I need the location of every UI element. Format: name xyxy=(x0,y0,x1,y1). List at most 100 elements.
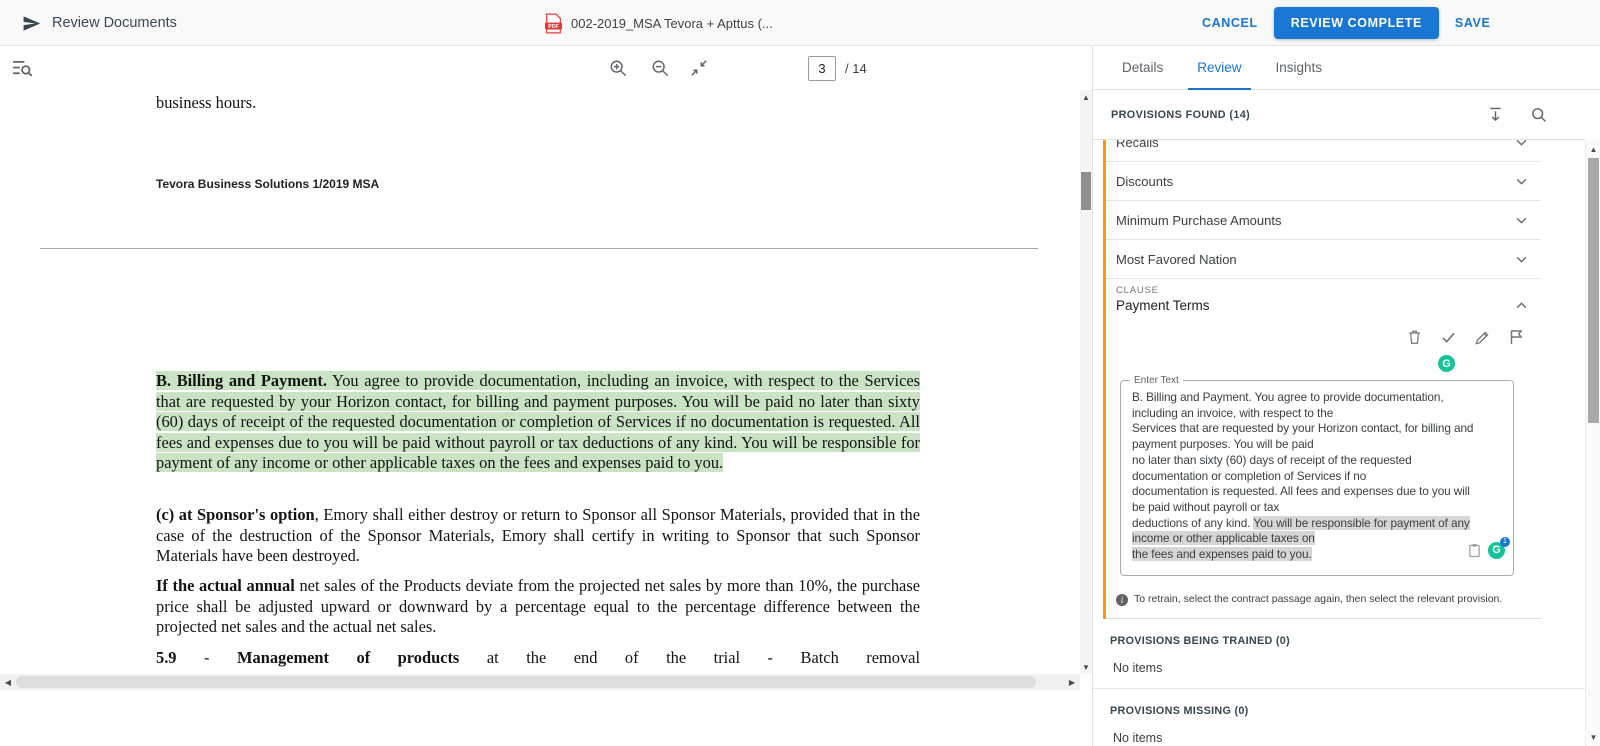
tab-review[interactable]: Review xyxy=(1180,46,1258,90)
missing-empty-state: No items xyxy=(1093,725,1585,746)
tab-insights[interactable]: Insights xyxy=(1259,46,1340,90)
zoom-page-controls: / 14 xyxy=(605,46,867,90)
pencil-icon xyxy=(1475,330,1490,345)
provision-row-most-favored-nation[interactable]: Most Favored Nation xyxy=(1106,240,1541,279)
section-59-heading: 5.9 - Management of products at the end … xyxy=(156,648,920,669)
find-icon xyxy=(12,60,33,77)
vertical-scroll-thumb[interactable] xyxy=(1081,172,1091,210)
zoom-in-button[interactable] xyxy=(605,55,631,81)
info-icon: i xyxy=(1116,594,1128,606)
approve-provision-button[interactable] xyxy=(1437,327,1460,348)
document-vertical-scrollbar[interactable]: ▲ ▼ xyxy=(1080,90,1092,674)
topbar-actions: CANCEL REVIEW COMPLETE SAVE xyxy=(1192,0,1500,46)
edit-provision-button[interactable] xyxy=(1471,326,1494,349)
horizontal-scroll-thumb[interactable] xyxy=(16,676,1036,688)
page-break-divider xyxy=(40,248,1038,249)
app-brand: Review Documents xyxy=(22,0,177,46)
trash-icon xyxy=(1407,329,1422,345)
being-trained-empty-state: No items xyxy=(1093,655,1585,689)
document-title-group: PDF 002-2019_MSA Tevora + Apttus (... xyxy=(545,0,773,46)
provision-label: Minimum Purchase Amounts xyxy=(1116,213,1281,228)
clause-text-field[interactable]: Enter Text B. Billing and Payment. You a… xyxy=(1120,380,1514,576)
provisions-missing-header: PROVISIONS MISSING (0) xyxy=(1093,689,1585,725)
svg-text:PDF: PDF xyxy=(548,24,559,30)
chevron-down-icon[interactable] xyxy=(1516,178,1527,185)
fit-to-page-button[interactable] xyxy=(686,55,712,81)
grammarly-suggestions-icon[interactable]: G 1 xyxy=(1488,542,1505,559)
tab-details[interactable]: Details xyxy=(1105,46,1180,90)
billing-payment-paragraph[interactable]: B. Billing and Payment. You agree to pro… xyxy=(156,371,920,474)
provision-row-recalls[interactable]: Recalls xyxy=(1106,140,1541,162)
import-icon xyxy=(1488,107,1503,122)
provision-row-minimum-purchase[interactable]: Minimum Purchase Amounts xyxy=(1106,201,1541,240)
clause-kicker: CLAUSE xyxy=(1116,285,1527,296)
zoom-in-icon xyxy=(609,59,627,77)
provisions-found-list: Recalls Discounts Minimum Purchase Amoun… xyxy=(1103,140,1541,619)
check-icon xyxy=(1441,331,1456,344)
clause-title-row[interactable]: Payment Terms xyxy=(1116,298,1527,313)
grammarly-assistant-row: G xyxy=(1116,355,1527,372)
panel-vertical-scrollbar[interactable]: ▲ ▼ xyxy=(1585,140,1600,746)
document-horizontal-scrollbar[interactable]: ◀ ▶ xyxy=(0,674,1080,690)
review-complete-button[interactable]: REVIEW COMPLETE xyxy=(1274,7,1439,39)
retrain-note-text: To retrain, select the contract passage … xyxy=(1134,593,1502,605)
clause-text[interactable]: B. Billing and Payment. You agree to pro… xyxy=(1132,390,1502,563)
top-bar: Review Documents PDF 002-2019_MSA Tevora… xyxy=(0,0,1600,46)
search-provisions-button[interactable] xyxy=(1527,103,1551,127)
provisions-found-title: PROVISIONS FOUND (14) xyxy=(1111,109,1484,121)
pdf-file-icon: PDF xyxy=(545,13,562,34)
import-button[interactable] xyxy=(1484,103,1507,126)
search-icon xyxy=(1531,107,1547,123)
field-label: Enter Text xyxy=(1130,375,1183,386)
chevron-down-icon[interactable] xyxy=(1516,217,1527,224)
clipboard-icon[interactable] xyxy=(1468,543,1481,558)
scroll-right-arrow[interactable]: ▶ xyxy=(1064,674,1080,690)
panel-tabs: Details Review Insights xyxy=(1093,46,1600,90)
zoom-out-button[interactable] xyxy=(647,55,673,81)
scroll-up-arrow[interactable]: ▲ xyxy=(1080,90,1092,104)
chevron-down-icon[interactable] xyxy=(1516,256,1527,263)
provision-label: Most Favored Nation xyxy=(1116,252,1237,267)
payment-terms-clause-section: CLAUSE Payment Terms xyxy=(1106,279,1541,619)
panel-scroll-down-arrow[interactable]: ▼ xyxy=(1586,730,1600,744)
highlighted-provision-text[interactable]: B. Billing and Payment. You agree to pro… xyxy=(156,371,920,472)
flag-provision-button[interactable] xyxy=(1505,325,1527,349)
find-in-document-button[interactable] xyxy=(8,56,37,81)
flag-icon xyxy=(1509,329,1523,345)
review-side-panel: Details Review Insights PROVISIONS FOUND… xyxy=(1092,46,1600,746)
scroll-left-arrow[interactable]: ◀ xyxy=(0,674,16,690)
panel-scroll-thumb[interactable] xyxy=(1588,158,1599,423)
sponsor-option-paragraph: (c) at Sponsor's option, Emory shall eit… xyxy=(156,505,920,567)
panel-body: PROVISIONS FOUND (14) xyxy=(1093,90,1585,746)
retrain-info-note: i To retrain, select the contract passag… xyxy=(1106,584,1541,619)
chevron-up-icon[interactable] xyxy=(1516,302,1527,309)
provision-label: Discounts xyxy=(1116,174,1173,189)
net-sales-paragraph: If the actual annual net sales of the Pr… xyxy=(156,576,920,638)
doc-line: business hours. xyxy=(156,93,920,114)
grammarly-count-badge: 1 xyxy=(1500,537,1510,547)
chevron-down-icon[interactable] xyxy=(1516,140,1527,146)
document-viewport: business hours. Tevora Business Solution… xyxy=(0,90,1080,674)
app-logo-icon xyxy=(22,14,41,33)
review-documents-app: Review Documents PDF 002-2019_MSA Tevora… xyxy=(0,0,1600,746)
provisions-found-header: PROVISIONS FOUND (14) xyxy=(1093,90,1585,140)
page-total-label: / 14 xyxy=(845,61,867,76)
zoom-out-icon xyxy=(651,59,669,77)
save-button[interactable]: SAVE xyxy=(1445,8,1501,38)
clause-action-buttons xyxy=(1116,325,1527,349)
provision-row-discounts[interactable]: Discounts xyxy=(1106,162,1541,201)
cancel-button[interactable]: CANCEL xyxy=(1192,8,1268,38)
delete-provision-button[interactable] xyxy=(1403,325,1426,349)
clause-title: Payment Terms xyxy=(1116,298,1210,313)
grammarly-icon[interactable]: G xyxy=(1438,355,1455,372)
scroll-down-arrow[interactable]: ▼ xyxy=(1080,660,1092,674)
page-footer-text: Tevora Business Solutions 1/2019 MSA xyxy=(156,174,920,195)
provision-label: Recalls xyxy=(1116,140,1159,150)
compress-icon xyxy=(690,59,708,77)
page-title: Review Documents xyxy=(52,15,177,31)
document-name: 002-2019_MSA Tevora + Apttus (... xyxy=(571,16,773,31)
panel-scroll-up-arrow[interactable]: ▲ xyxy=(1586,142,1600,156)
page-number-input[interactable] xyxy=(808,56,836,81)
document-pane: / 14 business hours. Tevora Business Sol… xyxy=(0,46,1092,746)
provisions-being-trained-header: PROVISIONS BEING TRAINED (0) xyxy=(1093,619,1585,655)
